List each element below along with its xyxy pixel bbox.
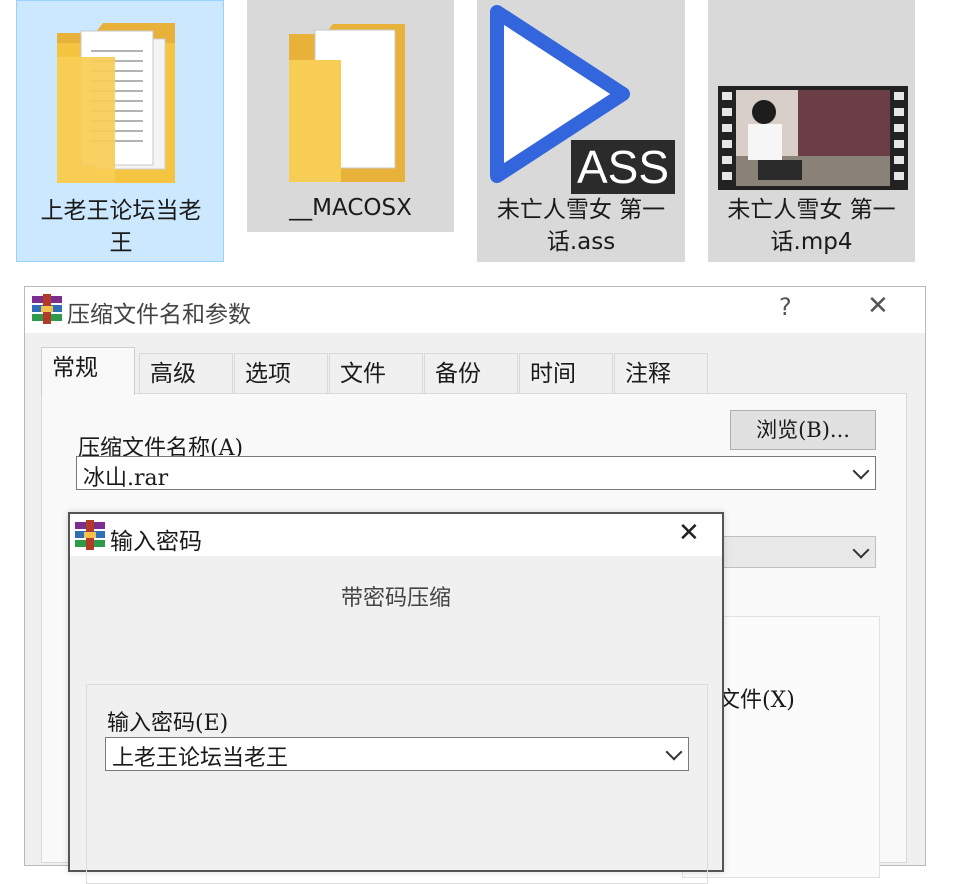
password-group: 输入密码(E) 上老王论坛当老王 (86, 684, 708, 884)
dialog-title: 压缩文件名和参数 (67, 302, 251, 328)
browse-button[interactable]: 浏览(B)... (730, 410, 876, 450)
tab-general[interactable]: 常规 (41, 347, 135, 395)
close-button[interactable]: ✕ (678, 518, 700, 548)
file-tile-mp4-video[interactable]: 未亡人雪女 第一话.mp4 (708, 0, 915, 262)
folder-icon (289, 24, 405, 182)
winrar-logo-icon (32, 294, 62, 324)
video-thumbnail-icon (718, 86, 908, 190)
winrar-logo-icon (75, 520, 105, 550)
tab-comment[interactable]: 注释 (614, 353, 708, 393)
file-label: 上老王论坛当老王 (40, 198, 202, 256)
ass-badge: ASS (571, 140, 675, 194)
tab-time[interactable]: 时间 (519, 353, 613, 393)
chevron-down-icon (665, 743, 683, 761)
password-value: 上老王论坛当老王 (112, 746, 289, 771)
archive-name-value: 冰山.rar (83, 466, 169, 491)
folder-with-documents-icon (57, 23, 175, 183)
tab-advanced[interactable]: 高级 (139, 353, 233, 393)
close-button[interactable]: ✕ (867, 291, 889, 321)
file-label: 未亡人雪女 第一话.ass (496, 197, 666, 255)
file-label: 未亡人雪女 第一话.mp4 (727, 197, 896, 255)
archive-name-combobox[interactable]: 冰山.rar (76, 456, 876, 491)
file-tile-macosx[interactable]: __MACOSX (247, 0, 454, 232)
dialog-heading: 带密码压缩 (340, 586, 451, 611)
file-tile-ass-subtitle[interactable]: ASS 未亡人雪女 第一话.ass (477, 0, 685, 262)
tab-options[interactable]: 选项 (234, 353, 328, 393)
file-label: __MACOSX (289, 195, 412, 221)
chevron-down-icon (852, 462, 870, 480)
tab-files[interactable]: 文件 (329, 353, 423, 393)
dialog-title: 输入密码 (110, 529, 202, 555)
help-button[interactable]: ? (779, 293, 792, 321)
chevron-down-icon (852, 541, 870, 559)
option-partial-text: 文件(X) (718, 688, 795, 713)
ass-badge-text: ASS (576, 141, 670, 193)
password-combobox[interactable]: 上老王论坛当老王 (105, 737, 689, 771)
password-label: 输入密码(E) (107, 711, 229, 736)
tab-backup[interactable]: 备份 (424, 353, 518, 393)
file-tile-folder-laowang[interactable]: 上老王论坛当老王 (16, 0, 224, 262)
password-dialog: 输入密码 ✕ 带密码压缩 输入密码(E) 上老王论坛当老王 (68, 512, 724, 884)
